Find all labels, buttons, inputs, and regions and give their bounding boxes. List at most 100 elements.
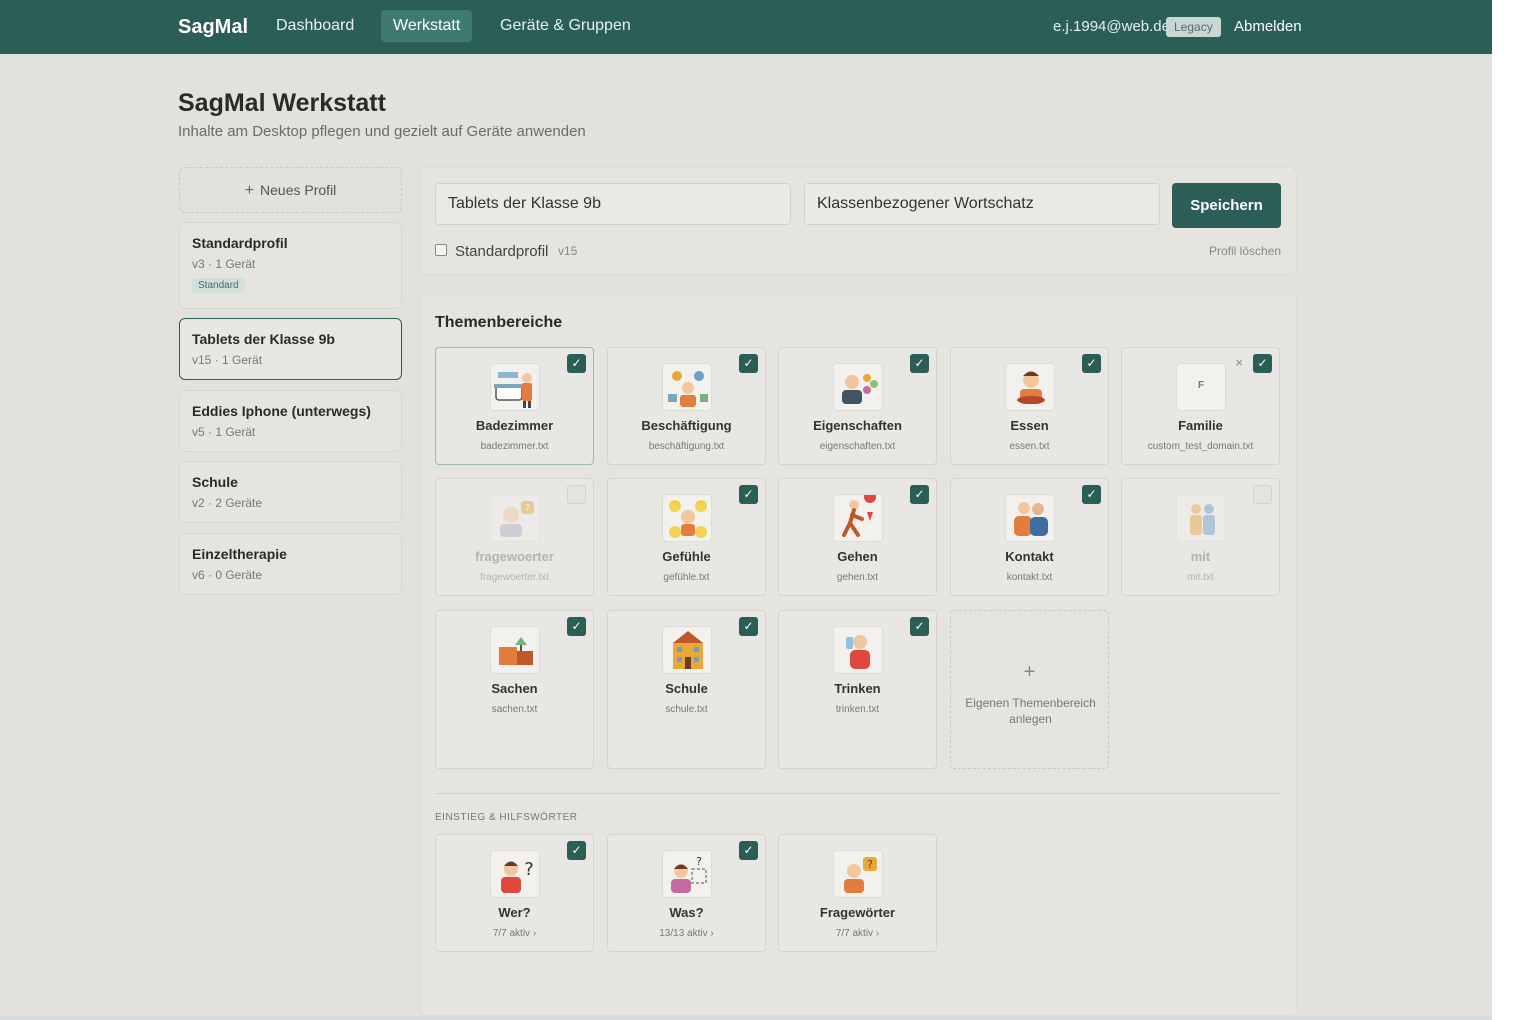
theme-tile-essen[interactable]: ✓ Essen essen.txt — [950, 347, 1109, 465]
check-icon[interactable]: ✓ — [910, 354, 929, 373]
tile-label: fragewoerter — [475, 549, 554, 564]
save-button[interactable]: Speichern — [1172, 183, 1281, 228]
helper-tile-wer[interactable]: ✓ ? Wer? 7/7 aktiv › — [435, 834, 594, 952]
theme-tile-sachen[interactable]: ✓ Sachen sachen.txt — [435, 610, 594, 769]
svg-text:?: ? — [867, 858, 873, 871]
page-subtitle: Inhalte am Desktop pflegen und gezielt a… — [178, 123, 586, 140]
theme-tile-mit[interactable]: mit mit.txt — [1121, 478, 1280, 596]
standard-badge: Standard — [192, 278, 245, 293]
tile-label: Schule — [665, 681, 708, 696]
contact-icon — [1005, 494, 1055, 542]
profile-card-eddies-iphone[interactable]: Eddies Iphone (unterwegs) v5 · 1 Gerät — [179, 390, 402, 452]
profile-meta: v5 · 1 Gerät — [192, 425, 256, 439]
tile-label: Wer? — [498, 905, 531, 920]
profile-card-standardprofil[interactable]: Standardprofil v3 · 1 Gerät Standard — [179, 222, 402, 309]
checkbox-unchecked[interactable] — [1253, 485, 1272, 504]
user-email: e.j.1994@web.de — [1053, 18, 1170, 35]
top-navigation-bar: SagMal Dashboard Werkstatt Geräte & Grup… — [0, 0, 1492, 54]
question-words-icon: ? — [833, 850, 883, 898]
tile-status: 13/13 aktiv › — [659, 928, 714, 939]
standardprofil-label: Standardprofil — [455, 243, 549, 260]
standardprofil-checkbox[interactable] — [435, 244, 447, 256]
tile-label: Fragewörter — [819, 905, 896, 920]
tile-file: fragewoerter.txt — [480, 572, 549, 583]
profile-name: Eddies Iphone (unterwegs) — [192, 403, 371, 419]
check-icon[interactable]: ✓ — [739, 485, 758, 504]
profile-meta: v2 · 2 Geräte — [192, 496, 263, 510]
eating-icon — [1005, 363, 1055, 411]
add-theme-tile[interactable]: + Eigenen Themenbereich anlegen — [950, 610, 1109, 769]
check-icon[interactable]: ✓ — [567, 617, 586, 636]
school-icon — [662, 626, 712, 674]
profile-meta: v6 · 0 Geräte — [192, 568, 263, 582]
delete-profile-link[interactable]: Profil löschen — [1209, 244, 1281, 258]
activities-icon — [662, 363, 712, 411]
checkbox-unchecked[interactable] — [567, 485, 586, 504]
tile-file: kontakt.txt — [1006, 572, 1053, 583]
tile-file: sachen.txt — [491, 704, 538, 715]
theme-tile-gefuehle[interactable]: ✓ Gefühle gefühle.txt — [607, 478, 766, 596]
profile-card-tablets-9b[interactable]: Tablets der Klasse 9b v15 · 1 Gerät — [179, 318, 402, 380]
plus-icon: + — [1023, 661, 1036, 683]
theme-tile-beschaeftigung[interactable]: ✓ Beschäftigung beschäftigung.txt — [607, 347, 766, 465]
remove-icon[interactable]: × — [1235, 355, 1243, 370]
nav-dashboard[interactable]: Dashboard — [264, 10, 366, 42]
theme-tile-gehen[interactable]: ✓ Gehen gehen.txt — [778, 478, 937, 596]
profile-name: Schule — [192, 474, 238, 490]
bottom-edge — [0, 1016, 1492, 1020]
svg-text:?: ? — [696, 855, 702, 868]
helper-tile-fragewoerter[interactable]: ? Fragewörter 7/7 aktiv › — [778, 834, 937, 952]
check-icon[interactable]: ✓ — [739, 354, 758, 373]
profile-description-input[interactable] — [804, 183, 1160, 225]
profile-card-schule[interactable]: Schule v2 · 2 Geräte — [179, 461, 402, 523]
tile-file: essen.txt — [1009, 441, 1050, 452]
check-icon[interactable]: ✓ — [739, 617, 758, 636]
check-icon[interactable]: ✓ — [1082, 485, 1101, 504]
check-icon[interactable]: ✓ — [1253, 354, 1272, 373]
tile-label: Badezimmer — [475, 418, 554, 433]
check-icon[interactable]: ✓ — [567, 354, 586, 373]
tile-file: badezimmer.txt — [480, 441, 549, 452]
question-person-icon: ? — [490, 494, 540, 542]
tile-file: gehen.txt — [836, 572, 879, 583]
profile-meta: v3 · 1 Gerät — [192, 257, 256, 271]
add-theme-label: Eigenen Themenbereich anlegen — [965, 696, 1096, 726]
version-label: v15 — [558, 244, 578, 258]
tile-status: 7/7 aktiv › — [835, 928, 880, 939]
letter-f-icon: F — [1176, 363, 1226, 411]
new-profile-button[interactable]: + Neues Profil — [179, 167, 402, 213]
helper-tile-was[interactable]: ✓ ? Was? 13/13 aktiv › — [607, 834, 766, 952]
walking-icon — [833, 491, 883, 542]
theme-tile-schule[interactable]: ✓ Schule schule.txt — [607, 610, 766, 769]
brand-logo[interactable]: SagMal — [178, 16, 248, 39]
properties-icon — [833, 363, 883, 411]
check-icon[interactable]: ✓ — [910, 617, 929, 636]
check-icon[interactable]: ✓ — [567, 841, 586, 860]
theme-tile-eigenschaften[interactable]: ✓ Eigenschaften eigenschaften.txt — [778, 347, 937, 465]
check-icon[interactable]: ✓ — [910, 485, 929, 504]
profile-meta: v15 · 1 Gerät — [192, 353, 263, 367]
logout-link[interactable]: Abmelden — [1234, 18, 1302, 35]
theme-tile-trinken[interactable]: ✓ Trinken trinken.txt — [778, 610, 937, 769]
what-icon: ? — [662, 850, 712, 898]
nav-geraete-gruppen[interactable]: Geräte & Gruppen — [488, 10, 643, 42]
theme-tile-fragewoerter[interactable]: ? fragewoerter fragewoerter.txt — [435, 478, 594, 596]
tile-file: trinken.txt — [835, 704, 880, 715]
helpers-heading: EINSTIEG & HILFSWÖRTER — [435, 812, 578, 823]
app-window: SagMal Dashboard Werkstatt Geräte & Grup… — [0, 0, 1492, 1020]
profile-name-input[interactable] — [435, 183, 791, 225]
profile-name: Standardprofil — [192, 235, 288, 251]
tile-label: Kontakt — [1005, 549, 1054, 564]
profile-card-einzeltherapie[interactable]: Einzeltherapie v6 · 0 Geräte — [179, 533, 402, 595]
theme-tile-badezimmer[interactable]: ✓ Badezimmer badezimmer.txt — [435, 347, 594, 465]
tile-file: schule.txt — [665, 704, 708, 715]
check-icon[interactable]: ✓ — [739, 841, 758, 860]
profile-name: Tablets der Klasse 9b — [192, 331, 335, 347]
nav-werkstatt[interactable]: Werkstatt — [381, 10, 473, 42]
theme-tile-kontakt[interactable]: ✓ Kontakt kontakt.txt — [950, 478, 1109, 596]
tile-label: Familie — [1178, 418, 1223, 433]
theme-tile-familie[interactable]: × ✓ F Familie custom_test_domain.txt — [1121, 347, 1280, 465]
tile-label: Eigenschaften — [813, 418, 902, 433]
letter-f: F — [1197, 380, 1205, 391]
check-icon[interactable]: ✓ — [1082, 354, 1101, 373]
